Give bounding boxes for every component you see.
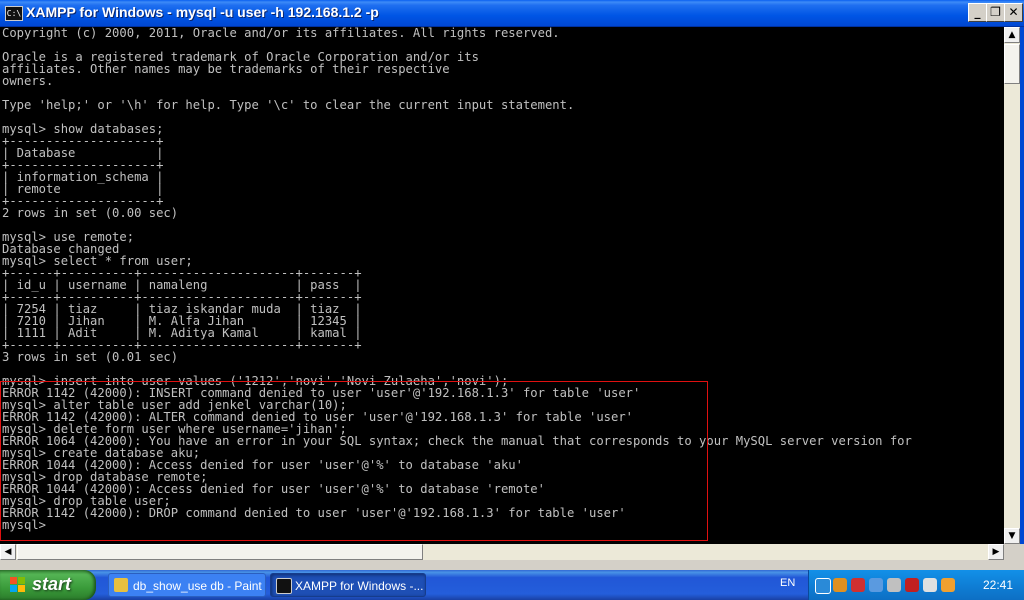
start-label: start [32, 574, 72, 594]
console-output[interactable]: Copyright (c) 2000, 2011, Oracle and/or … [0, 27, 1004, 544]
windows-logo-icon [10, 577, 26, 593]
horizontal-scrollbar[interactable]: ◀ ▶ [0, 544, 1004, 560]
window-bottom-frame [0, 560, 1024, 570]
language-indicator[interactable]: EN [780, 577, 795, 589]
tray-arrow-icon[interactable] [815, 578, 831, 594]
scroll-right-arrow-icon[interactable]: ▶ [988, 544, 1004, 560]
taskbar-item-label: db_show_use db - Paint [133, 579, 262, 593]
window-title: XAMPP for Windows - mysql -u user -h 192… [26, 4, 379, 20]
paint-app-icon [114, 578, 128, 592]
console-line: Copyright (c) 2000, 2011, Oracle and/or … [2, 27, 560, 40]
console-line: affiliates. Other names may be trademark… [2, 62, 450, 76]
system-tray: 22:41 [808, 570, 1024, 600]
console-line: owners. [2, 74, 54, 88]
scroll-down-arrow-icon[interactable]: ▼ [1004, 528, 1020, 544]
window-frame-right [1020, 27, 1024, 544]
minimize-button[interactable]: _ [968, 3, 987, 22]
start-button[interactable]: start [0, 570, 96, 600]
console-line: mysql> [2, 518, 47, 532]
console-line: Type 'help;' or '\h' for help. Type '\c'… [2, 98, 575, 112]
close-button[interactable]: ✕ [1004, 3, 1023, 22]
taskbar-item-label: XAMPP for Windows -... [295, 579, 424, 593]
console-app-icon [276, 578, 292, 594]
title-bar[interactable]: C:\ XAMPP for Windows - mysql -u user -h… [0, 0, 1024, 27]
tray-update-icon[interactable] [941, 578, 955, 592]
console-line: 3 rows in set (0.01 sec) [2, 350, 179, 364]
console-app-icon[interactable]: C:\ [5, 6, 23, 21]
scroll-left-arrow-icon[interactable]: ◀ [0, 544, 16, 560]
tray-xampp-icon[interactable] [923, 578, 937, 592]
tray-network-icon[interactable] [869, 578, 883, 592]
tray-app-icon[interactable] [833, 578, 847, 592]
console-line: 2 rows in set (0.00 sec) [2, 206, 179, 220]
vertical-scrollbar[interactable]: ▲ ▼ [1004, 27, 1020, 544]
vertical-scroll-thumb[interactable] [1004, 44, 1020, 84]
scroll-up-arrow-icon[interactable]: ▲ [1004, 27, 1020, 43]
scrollbar-corner [1004, 544, 1024, 560]
taskbar-clock[interactable]: 22:41 [983, 578, 1013, 592]
taskbar-item-paint[interactable]: db_show_use db - Paint [108, 573, 266, 597]
tray-volume-icon[interactable] [887, 578, 901, 592]
console-line: ERROR 1142 (42000): DROP command denied … [2, 506, 626, 520]
horizontal-scroll-thumb[interactable] [17, 544, 423, 560]
restore-button[interactable]: ❐ [986, 3, 1005, 22]
console-text: Copyright (c) 2000, 2011, Oracle and/or … [0, 27, 1004, 531]
taskbar-item-xampp[interactable]: XAMPP for Windows -... [270, 573, 426, 597]
tray-shield-icon[interactable] [851, 578, 865, 592]
taskbar: start db_show_use db - Paint XAMPP for W… [0, 570, 1024, 600]
tray-security-icon[interactable] [905, 578, 919, 592]
